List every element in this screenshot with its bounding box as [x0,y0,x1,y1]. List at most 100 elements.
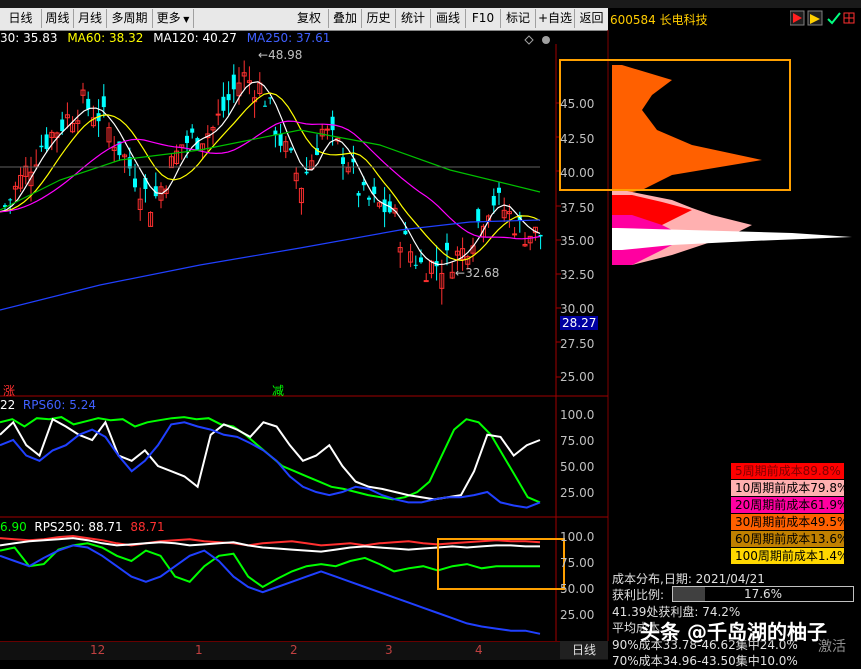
restore-rights-button[interactable]: 复权 [290,9,329,28]
time-axis: 12 1 2 3 4 [0,641,608,660]
rps250-green-line [0,542,540,589]
overlay-button[interactable]: 叠加 [329,9,362,28]
chevron-down-icon: ▼ [180,15,190,24]
period-button[interactable]: 日线 [560,641,608,659]
x-tick: 4 [475,643,483,657]
ma10-line [0,92,541,262]
candle-body [419,257,423,263]
candle-body [476,209,481,223]
tab-daily[interactable]: 日线 [0,9,42,28]
candle-body [221,96,226,111]
candle-body [491,195,496,206]
back-button[interactable]: 返回 [575,9,609,28]
x-tick: 2 [290,643,298,657]
candle-body [367,197,371,200]
more-button[interactable]: 更多 ▼ [153,9,194,28]
rps60-white-line [0,417,541,501]
candle-body [497,187,501,193]
candle-body [512,233,518,236]
candle-body [403,230,408,235]
cost-legend-item: 30周期前成本49.5% [731,514,844,530]
jian-mark: 减 [272,384,285,398]
candle-body [445,242,449,251]
expand-icon[interactable] [524,35,534,45]
axis-tick-label: 35.00 [560,234,595,248]
axis-tick-label: 30.00 [560,302,595,316]
ma20-line [0,120,541,240]
axis-tick-label: 37.50 [560,201,595,215]
candle-body [423,280,429,283]
axis-tick-label: 100.0 [560,408,595,422]
cost-profile-band [612,65,762,195]
low-price-label: ←32.68 [455,266,500,280]
tab-monthly[interactable]: 月线 [74,9,107,28]
cost-legend-item: 5周期前成本89.8% [731,463,844,479]
rps60-green-line [0,416,541,504]
candle-body [304,171,309,174]
add-watchlist-button[interactable]: +自选 [536,9,575,28]
candle-body [101,96,106,108]
stock-name: 长电科技 [659,13,708,27]
axis-tick-label: 32.50 [560,268,595,282]
axis-tick-label: 27.50 [560,337,595,351]
candle-body [231,74,236,90]
axis-tick-label: 25.00 [560,608,595,622]
candle-body [356,193,361,196]
high-price-label: ←48.98 [258,48,303,62]
cost-legend-item: 10周期前成本79.8% [731,480,844,496]
candle-body [361,181,366,186]
candle-body [190,128,195,133]
axis-tick-label: 25.00 [560,370,595,384]
mark-button[interactable]: 标记 [501,9,536,28]
statistics-button[interactable]: 统计 [396,9,431,28]
grid-icon[interactable] [843,12,855,24]
axis-tick-label: 100.0 [560,530,595,544]
f10-button[interactable]: F10 [466,9,501,28]
cost-legend-item: 20周期前成本61.9% [731,497,844,513]
stock-title: 600584 长电科技 [610,11,708,28]
axis-tick-label: 45.00 [560,97,595,111]
rps60-header: 22 RPS60: 5.24 [0,398,96,412]
history-button[interactable]: 历史 [362,9,396,28]
candle-body [324,128,330,131]
candle-body [8,199,13,201]
right-panel-icons [790,10,855,26]
cost-legend-item: 100周期前成本1.4% [731,548,844,564]
x-tick: 12 [90,643,106,657]
candle-body [289,148,293,151]
axis-tick-label: 50.00 [560,582,595,596]
tab-multi-period[interactable]: 多周期 [107,9,153,28]
candle-body [413,264,418,266]
axis-tick-label: 75.00 [560,556,595,570]
x-tick: 3 [385,643,393,657]
flag-icon[interactable] [790,10,805,26]
chart-toolbar: 日线 周线 月线 多周期 更多 ▼ 复权 叠加 历史 统计 画线 F10 标记 … [0,8,609,31]
axis-tick-label: 42.50 [560,132,595,146]
cost-profile-band [612,228,852,250]
candle-body [330,116,335,131]
axis-tick-label: 50.00 [560,460,595,474]
check-icon[interactable] [827,12,841,25]
candle-body [185,135,189,143]
draw-line-button[interactable]: 画线 [431,9,466,28]
candle-body [86,98,91,110]
activate-text: 激活 [818,639,846,655]
axis-tick-label: 75.00 [560,434,595,448]
profit-ratio-label: 获利比例: [612,588,665,602]
candle-body [278,133,283,146]
profit-ratio-value: 17.6% [743,587,783,601]
cost-date-line: 成本分布,日期: 2021/04/21 [612,572,765,586]
x-tick: 1 [195,643,203,657]
cost-70: 70%成本34.96-43.50集中10.0% [612,654,798,668]
candle-body [341,157,345,164]
cost-legend-item: 60周期前成本13.6% [731,531,844,547]
candle-body [44,134,49,149]
candle-body [133,178,137,188]
candle-body [382,199,387,213]
settings-icon[interactable] [542,36,550,44]
chart-icon[interactable] [807,10,823,26]
candle-body [39,145,44,148]
stock-code: 600584 [610,13,656,27]
tab-weekly[interactable]: 周线 [42,9,74,28]
axis-tick-label: 40.00 [560,166,595,180]
